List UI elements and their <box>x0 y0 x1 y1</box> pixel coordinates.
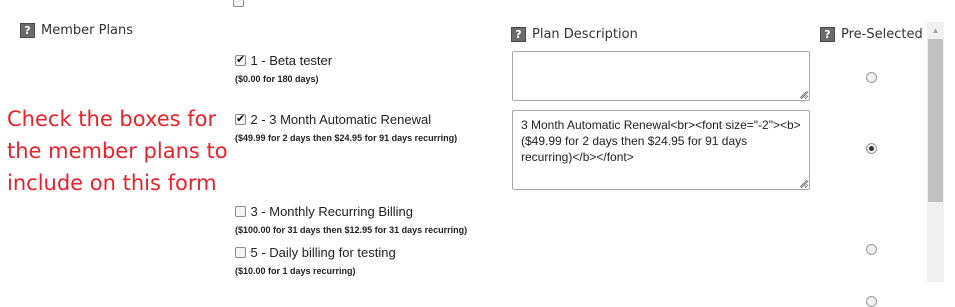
help-icon[interactable]: ? <box>820 27 835 42</box>
vertical-scrollbar[interactable]: ▲ <box>927 22 944 282</box>
plan-description-label: Plan Description <box>532 27 638 42</box>
plan-price: ($10.00 for 1 days recurring) <box>235 266 356 276</box>
pre-selected-header: ? Pre-Selected <box>820 27 923 42</box>
plan-row-5: 5 - Daily billing for testing ($10.00 fo… <box>235 244 396 276</box>
plan-row-3: 3 - Monthly Recurring Billing ($100.00 f… <box>235 203 467 235</box>
instruction-annotation: Check the boxes for the member plans to … <box>7 103 228 199</box>
scroll-up-arrow-icon[interactable]: ▲ <box>927 22 944 39</box>
plan-name: 3 - Monthly Recurring Billing <box>250 204 414 219</box>
plan-price: ($0.00 for 180 days) <box>235 74 319 84</box>
preselect-radio[interactable] <box>866 244 877 255</box>
plan-name: 2 - 3 Month Automatic Renewal <box>250 112 432 127</box>
help-icon[interactable]: ? <box>20 23 35 38</box>
plan-description-textarea[interactable]: 3 Month Automatic Renewal<br><font size=… <box>512 110 810 190</box>
plan-row-2: 2 - 3 Month Automatic Renewal ($49.99 fo… <box>235 111 457 143</box>
pre-selected-label: Pre-Selected <box>841 27 923 42</box>
member-plans-header: ? Member Plans <box>20 23 133 38</box>
annotation-line: include on this form <box>7 171 217 195</box>
plan-name: 5 - Daily billing for testing <box>250 245 396 260</box>
resize-grip-icon[interactable] <box>800 91 807 98</box>
preselect-radio[interactable] <box>866 143 877 154</box>
partial-checkbox[interactable] <box>233 0 244 8</box>
plan-name: 1 - Beta tester <box>250 53 333 68</box>
plan-checkbox[interactable] <box>235 112 246 126</box>
annotation-line: the member plans to <box>7 139 228 163</box>
plan-description-header: ? Plan Description <box>511 27 638 42</box>
plan-price: ($49.99 for 2 days then $24.95 for 91 da… <box>235 133 458 143</box>
plan-checkbox[interactable] <box>235 206 246 218</box>
help-icon[interactable]: ? <box>511 27 526 42</box>
plan-checkbox[interactable] <box>235 247 246 259</box>
annotation-line: Check the boxes for <box>7 107 217 131</box>
scrollbar-thumb[interactable] <box>928 39 943 202</box>
member-plans-label: Member Plans <box>41 23 134 38</box>
plan-description-textarea[interactable] <box>512 51 810 101</box>
preselect-radio[interactable] <box>866 72 877 83</box>
plan-price: ($100.00 for 31 days then $12.95 for 31 … <box>235 225 468 235</box>
plan-checkbox[interactable] <box>235 53 246 67</box>
resize-grip-icon[interactable] <box>800 180 807 187</box>
preselect-radio[interactable] <box>866 296 877 307</box>
description-text: 3 Month Automatic Renewal<br><font size=… <box>521 118 801 164</box>
plan-row-1: 1 - Beta tester ($0.00 for 180 days) <box>235 52 332 84</box>
